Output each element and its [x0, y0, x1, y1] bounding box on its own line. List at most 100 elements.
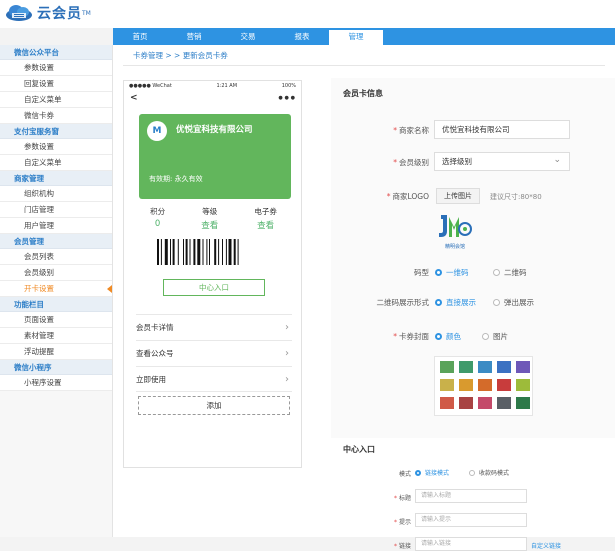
custom-link-button[interactable]: 自定义链接 [531, 541, 561, 550]
sidebar-group-header[interactable]: 微信小程序 [0, 360, 112, 375]
merchant-label: * 商家名称 [331, 125, 429, 136]
color-swatch[interactable] [478, 379, 492, 391]
barcode-bar [225, 239, 227, 265]
color-swatch[interactable] [497, 379, 511, 391]
radio-label: 链接模式 [425, 470, 450, 477]
radio-mode-link[interactable]: 链接模式 [415, 468, 449, 477]
color-swatch[interactable] [459, 379, 473, 391]
sidebar-item[interactable]: 参数设置 [0, 60, 112, 76]
sidebar-group-header[interactable]: 商家管理 [0, 171, 112, 186]
sidebar-item[interactable]: 自定义菜单 [0, 92, 112, 108]
cloud-logo-icon [6, 5, 32, 21]
cover-label: * 卡券封面 [331, 331, 429, 342]
phone-menu: 会员卡详情 › 查看公众号 › 立即使用 › [136, 314, 292, 392]
radio-label: 二维码 [504, 268, 527, 277]
title-input[interactable]: 请输入标题 [415, 489, 527, 503]
radio-dot [469, 469, 475, 476]
sidebar-item[interactable]: 会员列表 [0, 249, 112, 265]
barcode-bar [170, 239, 171, 265]
color-swatch[interactable] [459, 361, 473, 373]
stat-value[interactable]: 查看 [254, 219, 277, 231]
status-carrier: ●●●●● WeChat [129, 83, 172, 89]
color-swatch[interactable] [516, 379, 530, 391]
sidebar-item[interactable]: 用户管理 [0, 218, 112, 234]
sidebar-item[interactable]: 门店管理 [0, 202, 112, 218]
barcode-bar [222, 239, 223, 265]
color-swatch[interactable] [440, 379, 454, 391]
barcode-icon [157, 239, 239, 265]
radio-dot [435, 333, 442, 340]
sidebar-group-header[interactable]: 微信公众平台 [0, 45, 112, 60]
color-swatch[interactable] [497, 397, 511, 409]
nav-tab-2[interactable]: 交易 [221, 28, 275, 45]
radio-barcode-1d[interactable]: 一维码 [435, 267, 469, 278]
color-swatch[interactable] [478, 397, 492, 409]
sidebar-item[interactable]: 页面设置 [0, 312, 112, 328]
barcode-bar [228, 239, 232, 265]
title-label: * 标题 [331, 493, 411, 502]
barcode-bar [237, 239, 239, 265]
brand-logo[interactable]: 云会员 TM [4, 3, 91, 23]
add-button[interactable]: 添加 [138, 396, 290, 415]
menu-item-official-account[interactable]: 查看公众号 › [136, 340, 292, 366]
color-swatch[interactable] [516, 397, 530, 409]
radio-cover-image[interactable]: 图片 [482, 331, 508, 342]
menu-item-card-detail[interactable]: 会员卡详情 › [136, 314, 292, 340]
required-mark: * [393, 495, 397, 502]
center-entry-button[interactable]: 中心入口 [163, 279, 265, 296]
nav-tab-4[interactable]: 管理 [329, 28, 383, 45]
sidebar-group-header[interactable]: 支付宝服务窗 [0, 124, 112, 139]
barcode-bar [157, 239, 159, 265]
tip-label: * 提示 [331, 517, 411, 526]
chevron-down-icon: ⌄ [553, 155, 561, 165]
nav-tab-1[interactable]: 营销 [167, 28, 221, 45]
color-swatch[interactable] [478, 361, 492, 373]
color-swatch[interactable] [440, 361, 454, 373]
nav-tab-3[interactable]: 报表 [275, 28, 329, 45]
label-text: 商家LOGO [392, 192, 429, 201]
radio-cover-color[interactable]: 颜色 [435, 331, 461, 342]
sidebar-group-header[interactable]: 功能栏目 [0, 297, 112, 312]
stat-level[interactable]: 等级 查看 [201, 206, 218, 231]
color-swatch[interactable] [516, 361, 530, 373]
sidebar-item[interactable]: 会员级别 [0, 265, 112, 281]
color-swatch[interactable] [497, 361, 511, 373]
menu-item-use-now[interactable]: 立即使用 › [136, 366, 292, 392]
barcode-bar [177, 239, 179, 265]
sidebar-item[interactable]: 素材管理 [0, 328, 112, 344]
sidebar-item[interactable]: 小程序设置 [0, 375, 112, 391]
link-input[interactable]: 请输入链接 [415, 537, 527, 551]
sidebar-item[interactable]: 浮动提醒 [0, 344, 112, 360]
sidebar-item[interactable]: 回复设置 [0, 76, 112, 92]
upload-image-button[interactable]: 上传图片 [436, 188, 480, 204]
sidebar-item[interactable]: 自定义菜单 [0, 155, 112, 171]
member-level-select[interactable]: 选择级别 ⌄ [434, 152, 570, 171]
sidebar-item[interactable]: 组织机构 [0, 186, 112, 202]
breadcrumb[interactable]: 卡券管理 > > 更新会员卡券 [133, 50, 228, 61]
stat-coupons[interactable]: 电子券 查看 [254, 206, 277, 231]
tip-input[interactable]: 请输入提示 [415, 513, 527, 527]
barcode-bar [185, 239, 188, 265]
sidebar-item[interactable]: 开卡设置 [0, 281, 112, 297]
stat-value[interactable]: 查看 [201, 219, 218, 231]
radio-label: 弹出展示 [504, 298, 534, 307]
color-swatch[interactable] [440, 397, 454, 409]
breadcrumb-divider [123, 65, 605, 66]
barcode-bar [197, 239, 201, 265]
stat-points: 积分 0 [150, 206, 165, 231]
level-label: * 会员级别 [331, 157, 429, 168]
radio-mode-paycode[interactable]: 收款码模式 [469, 468, 509, 477]
radio-qrcode[interactable]: 二维码 [493, 267, 527, 278]
sidebar-item[interactable]: 参数设置 [0, 139, 112, 155]
color-swatch[interactable] [459, 397, 473, 409]
radio-display-direct[interactable]: 直接展示 [435, 297, 476, 308]
nav-tab-0[interactable]: 首页 [113, 28, 167, 45]
stat-label: 积分 [150, 207, 166, 216]
sidebar-item[interactable]: 微信卡券 [0, 108, 112, 124]
radio-display-popup[interactable]: 弹出展示 [493, 297, 534, 308]
merchant-name-input[interactable]: 优悦宜科技有限公司 [434, 120, 570, 139]
label-text: 卡券封面 [399, 332, 429, 341]
radio-label: 图片 [493, 332, 508, 341]
sidebar-group-header[interactable]: 会员管理 [0, 234, 112, 249]
menu-label: 查看公众号 [136, 349, 174, 358]
